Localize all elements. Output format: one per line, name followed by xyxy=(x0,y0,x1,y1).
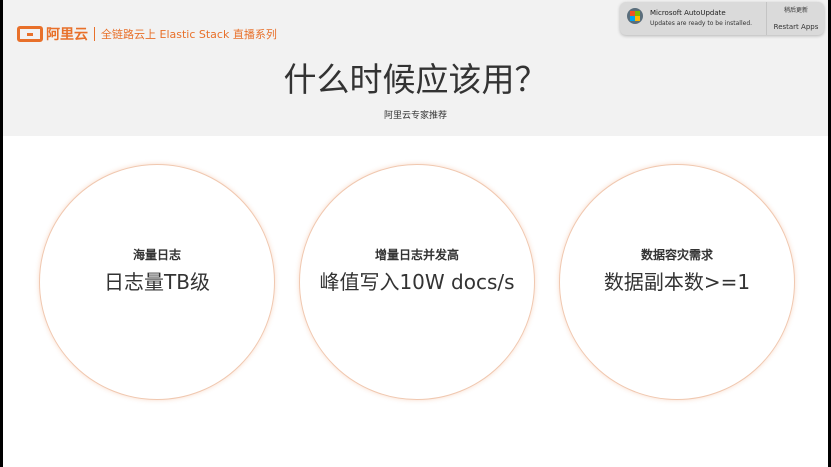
circle-value: 数据副本数>=1 xyxy=(603,270,751,294)
circle-label: 数据容灾需求 xyxy=(640,248,713,262)
circle-value: 日志量TB级 xyxy=(104,270,210,294)
update-notification[interactable]: Microsoft AutoUpdate Updates are ready t… xyxy=(620,2,824,35)
notification-title: Microsoft AutoUpdate xyxy=(650,9,726,17)
update-later-button[interactable]: 稍后更新 xyxy=(768,5,824,14)
slide-frame: 阿里云 全链路云上 Elastic Stack 直播系列 什么时候应该用？ 阿里… xyxy=(3,0,828,467)
circle-disaster-recovery: 数据容灾需求 数据副本数>=1 xyxy=(559,164,795,400)
restart-apps-button[interactable]: Restart Apps xyxy=(768,23,824,31)
brand-divider xyxy=(94,27,95,41)
brand-bar: 阿里云 全链路云上 Elastic Stack 直播系列 xyxy=(17,24,277,44)
circle-label: 海量日志 xyxy=(132,248,181,262)
microsoft-autoupdate-icon xyxy=(627,8,643,24)
slide-subtitle: 阿里云专家推荐 xyxy=(383,111,447,121)
notification-message: Updates are ready to be installed. xyxy=(650,20,753,27)
slide-title: 什么时候应该用？ xyxy=(283,60,548,99)
aliyun-logo-icon xyxy=(17,26,43,42)
circle-massive-logs: 海量日志 日志量TB级 xyxy=(39,164,275,400)
brand-logo-text: 阿里云 xyxy=(46,27,88,43)
circle-label: 增量日志并发高 xyxy=(374,248,459,262)
series-title: 全链路云上 Elastic Stack 直播系列 xyxy=(101,28,277,41)
circle-high-concurrency: 增量日志并发高 峰值写入10W docs/s xyxy=(299,164,535,400)
notification-divider xyxy=(766,2,767,35)
circle-value: 峰值写入10W docs/s xyxy=(319,270,515,294)
